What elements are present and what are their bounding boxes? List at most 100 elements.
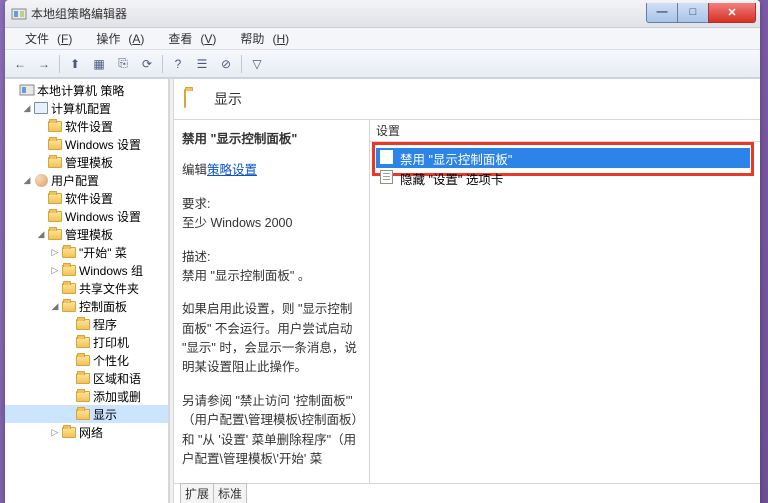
showhide-tree-button[interactable]: ▦ <box>88 53 110 75</box>
menu-file[interactable]: 文件(F) <box>9 28 80 49</box>
requirements-value: 至少 Windows 2000 <box>182 216 292 230</box>
tree-item[interactable]: Windows 设置 <box>5 207 168 225</box>
minimize-button[interactable]: — <box>646 3 678 23</box>
help-button[interactable]: ? <box>167 53 189 75</box>
tree-item-label: 显示 <box>93 406 117 423</box>
tree-item[interactable]: 软件设置 <box>5 189 168 207</box>
column-header-setting[interactable]: 设置 <box>370 120 760 142</box>
tree-item-label: 本地计算机 策略 <box>37 82 124 99</box>
tree-item[interactable]: ◢ 管理模板 <box>5 225 168 243</box>
tree-item-label: Windows 组 <box>79 262 143 279</box>
tree-item[interactable]: 显示 <box>5 405 168 423</box>
policy-root-icon <box>19 82 35 98</box>
tree-item-label: 软件设置 <box>65 118 113 135</box>
toolbar: ← → ⬆ ▦ ⎘ ⟳ ? ☰ ⊘ ▽ <box>5 50 760 78</box>
tree-item-label: 控制面板 <box>79 298 127 315</box>
expander-icon[interactable]: ▷ <box>49 247 61 258</box>
policy-title: 禁用 "显示控制面板" <box>182 130 361 149</box>
expander-icon[interactable]: ▷ <box>49 265 61 276</box>
tree-pane[interactable]: 本地计算机 策略◢计算机配置软件设置Windows 设置管理模板◢用户配置软件设… <box>5 79 169 503</box>
expander-icon[interactable]: ▷ <box>49 427 61 438</box>
tree-item-label: 计算机配置 <box>51 100 111 117</box>
folder-icon <box>75 406 91 422</box>
menu-action[interactable]: 操作(A) <box>80 28 152 49</box>
expander-icon[interactable]: ◢ <box>49 301 61 312</box>
tree-item-label: 共享文件夹 <box>79 280 139 297</box>
folder-icon <box>61 298 77 314</box>
tree-item[interactable]: ▷ Windows 组 <box>5 261 168 279</box>
tree-item-label: 管理模板 <box>65 154 113 171</box>
computer-icon <box>33 100 49 116</box>
tab-extended[interactable]: 扩展 <box>180 483 214 503</box>
policy-item-icon <box>380 150 396 166</box>
list-item-label: 隐藏 "设置" 选项卡 <box>400 169 503 188</box>
settings-list-pane: 设置 禁用 "显示控制面板"隐藏 "设置" 选项卡 <box>369 120 760 483</box>
tree-item-label: 个性化 <box>93 352 129 369</box>
user-icon <box>33 172 49 188</box>
view-tabs: 扩展 标准 <box>174 483 760 503</box>
tree-item-label: 网络 <box>79 424 103 441</box>
maximize-button[interactable]: □ <box>677 3 709 23</box>
list-item-label: 禁用 "显示控制面板" <box>400 149 512 168</box>
tree-item[interactable]: 本地计算机 策略 <box>5 81 168 99</box>
edit-policy-link[interactable]: 策略设置 <box>207 163 257 177</box>
tree-item[interactable]: 区域和语 <box>5 369 168 387</box>
folder-icon <box>75 316 91 332</box>
tree-item[interactable]: 共享文件夹 <box>5 279 168 297</box>
menu-help[interactable]: 帮助(H) <box>224 28 297 49</box>
tree-item-label: 用户配置 <box>51 172 99 189</box>
close-button[interactable]: ✕ <box>708 3 756 23</box>
tree-item-label: 程序 <box>93 316 117 333</box>
folder-icon <box>47 118 63 134</box>
tree-item[interactable]: ▷ "开始" 菜 <box>5 243 168 261</box>
tree-item-label: Windows 设置 <box>65 136 141 153</box>
description-label: 描述: <box>182 250 210 264</box>
tree-item-label: 管理模板 <box>65 226 113 243</box>
tree-item-label: 添加或删 <box>93 388 141 405</box>
expander-icon[interactable]: ◢ <box>35 229 47 240</box>
back-button[interactable]: ← <box>9 53 31 75</box>
folder-icon <box>184 90 206 108</box>
menu-view[interactable]: 查看(V) <box>152 28 224 49</box>
expander-icon[interactable]: ◢ <box>21 103 33 114</box>
properties-button[interactable]: ☰ <box>191 53 213 75</box>
folder-icon <box>75 388 91 404</box>
stop-button[interactable]: ⊘ <box>215 53 237 75</box>
refresh-button[interactable]: ⟳ <box>136 53 158 75</box>
tree-item[interactable]: ◢ 计算机配置 <box>5 99 168 117</box>
tree-item[interactable]: 软件设置 <box>5 117 168 135</box>
app-icon <box>11 6 27 22</box>
tree-item[interactable]: 程序 <box>5 315 168 333</box>
folder-icon <box>75 370 91 386</box>
tree-item-label: 软件设置 <box>65 190 113 207</box>
requirements-label: 要求: <box>182 197 210 211</box>
up-button[interactable]: ⬆ <box>64 53 86 75</box>
folder-icon <box>75 352 91 368</box>
list-row[interactable]: 隐藏 "设置" 选项卡 <box>376 168 750 188</box>
tree-item[interactable]: Windows 设置 <box>5 135 168 153</box>
export-button[interactable]: ⎘ <box>112 53 134 75</box>
expander-icon[interactable]: ◢ <box>21 175 33 186</box>
tree-item[interactable]: ◢ 用户配置 <box>5 171 168 189</box>
description-pane: 禁用 "显示控制面板" 编辑策略设置 要求:至少 Windows 2000 描述… <box>174 120 369 483</box>
forward-button[interactable]: → <box>33 53 55 75</box>
tree-item-label: 区域和语 <box>93 370 141 387</box>
tree-item[interactable]: 管理模板 <box>5 153 168 171</box>
tree-item[interactable]: 个性化 <box>5 351 168 369</box>
tree-item[interactable]: 打印机 <box>5 333 168 351</box>
content-title: 显示 <box>214 89 242 109</box>
folder-icon <box>75 334 91 350</box>
tree-item[interactable]: 添加或删 <box>5 387 168 405</box>
tab-standard[interactable]: 标准 <box>213 483 247 503</box>
tree-item[interactable]: ◢ 控制面板 <box>5 297 168 315</box>
folder-icon <box>61 424 77 440</box>
tree-item-label: Windows 设置 <box>65 208 141 225</box>
filter-button[interactable]: ▽ <box>246 53 268 75</box>
tree-item[interactable]: ▷ 网络 <box>5 423 168 441</box>
folder-icon <box>61 262 77 278</box>
tree-item-label: "开始" 菜 <box>79 244 127 261</box>
folder-icon <box>47 154 63 170</box>
titlebar[interactable]: 本地组策略编辑器 — □ ✕ <box>5 0 760 28</box>
tree-item-label: 打印机 <box>93 334 129 351</box>
list-row[interactable]: 禁用 "显示控制面板" <box>376 148 750 168</box>
